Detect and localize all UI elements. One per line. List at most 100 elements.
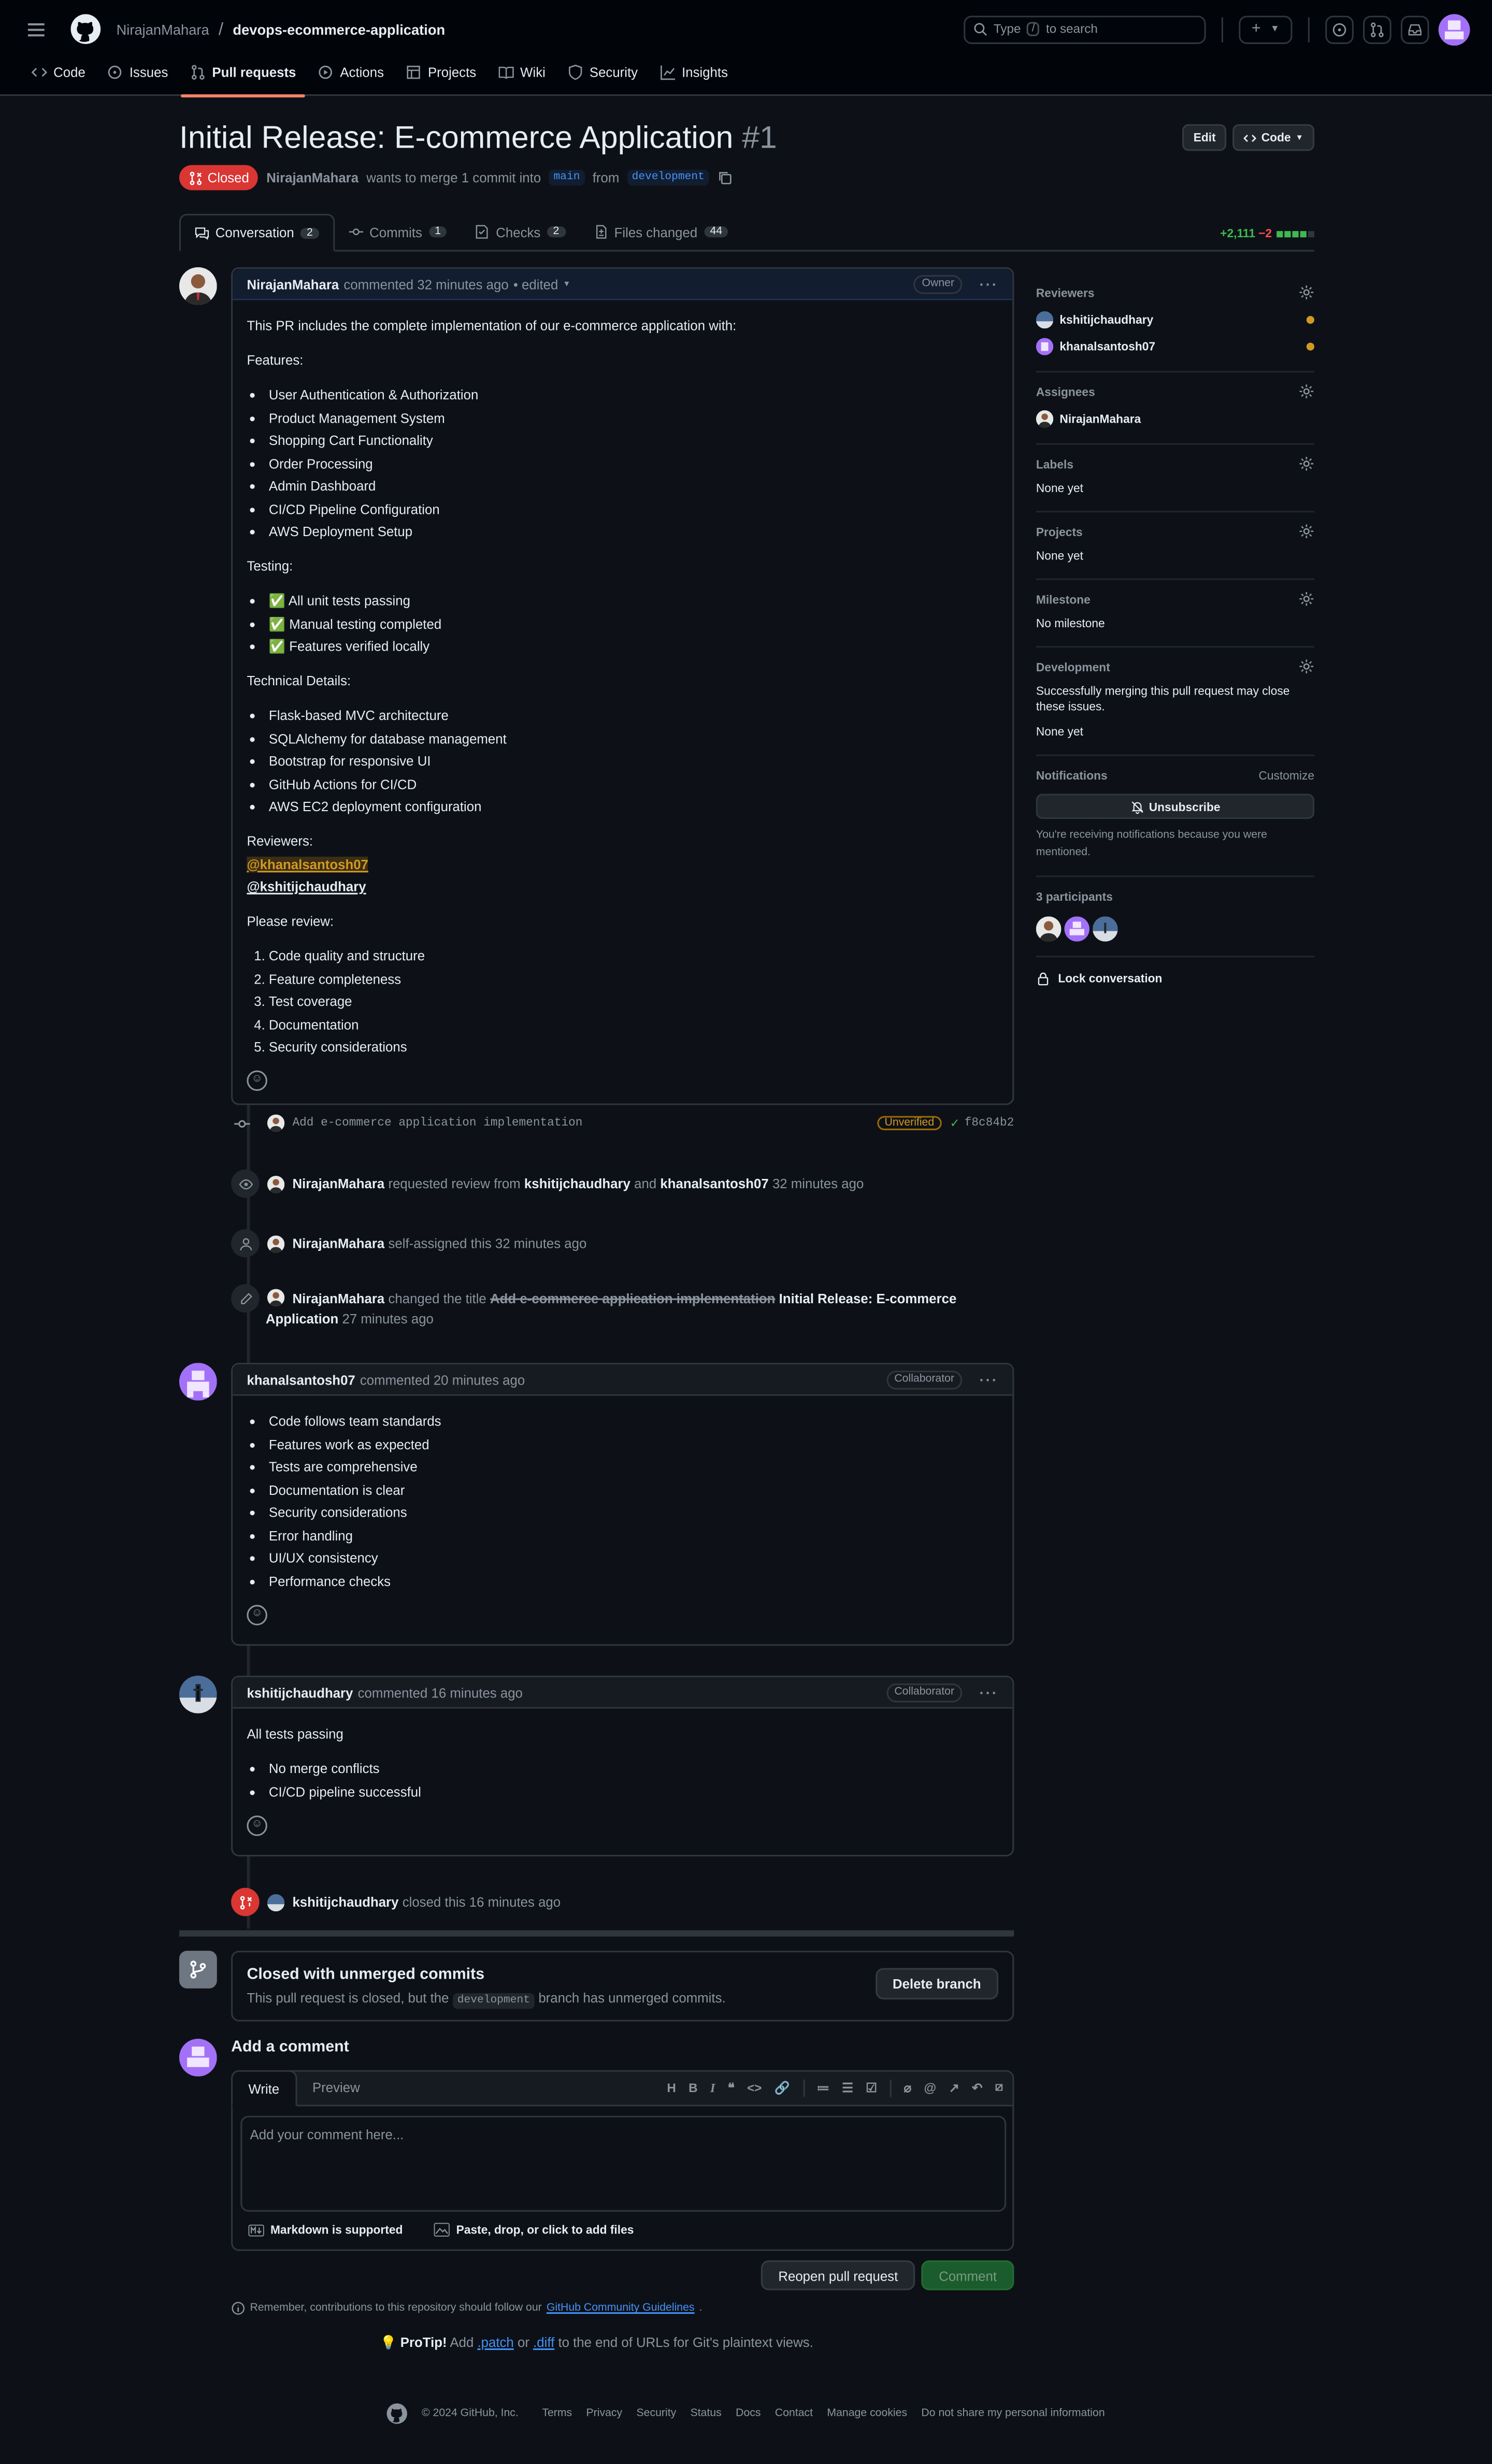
avatar[interactable]	[179, 1363, 217, 1401]
event-reviewer[interactable]: kshitijchaudhary	[524, 1176, 630, 1191]
participant-avatar[interactable]	[1093, 916, 1118, 942]
gear-icon[interactable]	[1299, 284, 1314, 300]
footer-link-status[interactable]: Status	[691, 2408, 722, 2419]
assignee-item[interactable]: NirajanMahara	[1036, 409, 1314, 429]
avatar[interactable]	[179, 2039, 217, 2077]
nav-pull-requests[interactable]: Pull requests	[180, 58, 306, 98]
diffstat[interactable]: +2,111 −2	[1220, 226, 1315, 250]
tab-conversation[interactable]: Conversation 2	[179, 213, 335, 252]
reviewer-item[interactable]: kshitijchaudhary	[1036, 310, 1315, 330]
mention-icon[interactable]: @	[924, 2080, 936, 2094]
footer-link-privacy[interactable]: Privacy	[586, 2408, 623, 2419]
gear-icon[interactable]	[1299, 524, 1314, 539]
mention-khanalsantosh07[interactable]: @khanalsantosh07	[247, 856, 368, 872]
comment-textarea[interactable]: Add your comment here...	[240, 2115, 1007, 2212]
delete-branch-button[interactable]: Delete branch	[875, 1968, 999, 2000]
commit-sha[interactable]: ✓ f8c84b2	[950, 1115, 1014, 1131]
link-icon[interactable]: 🔗	[774, 2080, 790, 2094]
avatar[interactable]	[267, 1234, 285, 1252]
diff-link[interactable]: .diff	[533, 2335, 554, 2350]
footer-link-terms[interactable]: Terms	[542, 2408, 572, 2419]
github-logo-icon[interactable]	[387, 2403, 408, 2424]
participant-avatar[interactable]	[1064, 916, 1090, 942]
comment-edited[interactable]: • edited	[513, 276, 558, 292]
nav-projects[interactable]: Projects	[396, 58, 485, 96]
event-actor[interactable]: NirajanMahara	[292, 1176, 384, 1191]
reopen-pull-request-button[interactable]: Reopen pull request	[761, 2260, 915, 2290]
user-avatar[interactable]	[1438, 13, 1470, 45]
comment-button[interactable]: Comment	[921, 2260, 1014, 2290]
comment-author[interactable]: kshitijchaudhary	[247, 1684, 353, 1700]
attachment-icon[interactable]: ⌀	[904, 2080, 912, 2094]
comment-meta[interactable]: commented 16 minutes ago	[358, 1684, 523, 1700]
kebab-menu-icon[interactable]: ···	[980, 1372, 998, 1387]
chevron-down-icon[interactable]: ▼	[563, 279, 570, 289]
code-icon[interactable]: <>	[747, 2080, 762, 2094]
reviewer-item[interactable]: khanalsantosh07	[1036, 336, 1315, 356]
task-list-icon[interactable]: ☑	[866, 2080, 877, 2094]
comment-author[interactable]: NirajanMahara	[247, 276, 339, 292]
gear-icon[interactable]	[1299, 591, 1314, 607]
footer-link-cookies[interactable]: Manage cookies	[827, 2408, 907, 2419]
tab-commits[interactable]: Commits 1	[335, 214, 461, 250]
nav-code[interactable]: Code	[22, 58, 95, 96]
kebab-menu-icon[interactable]: ···	[980, 276, 998, 292]
comment-meta[interactable]: commented 32 minutes ago	[343, 276, 508, 292]
comment-author[interactable]: khanalsantosh07	[247, 1372, 355, 1387]
base-branch[interactable]: main	[549, 169, 585, 186]
avatar[interactable]	[267, 1175, 285, 1192]
avatar[interactable]	[179, 267, 217, 305]
unsubscribe-button[interactable]: Unsubscribe	[1036, 794, 1315, 819]
gear-icon[interactable]	[1299, 659, 1314, 674]
numbered-list-icon[interactable]: ≔	[817, 2080, 829, 2094]
search-input[interactable]: Type / to search	[964, 15, 1206, 44]
participant-avatar[interactable]	[1036, 916, 1061, 942]
bold-icon[interactable]: B	[688, 2080, 698, 2094]
event-actor[interactable]: kshitijchaudhary	[292, 1894, 398, 1910]
nav-wiki[interactable]: Wiki	[489, 58, 555, 96]
nav-actions[interactable]: Actions	[309, 58, 393, 96]
footer-link-security[interactable]: Security	[636, 2408, 676, 2419]
nav-insights[interactable]: Insights	[650, 58, 737, 96]
footer-link-contact[interactable]: Contact	[775, 2408, 813, 2419]
heading-icon[interactable]: H	[667, 2080, 676, 2094]
copy-icon[interactable]	[717, 170, 733, 185]
reply-icon[interactable]: ↶	[972, 2080, 982, 2094]
event-actor[interactable]: NirajanMahara	[292, 1235, 384, 1251]
unmerged-branch[interactable]: development	[452, 1993, 535, 2009]
footer-link-do-not-share[interactable]: Do not share my personal information	[921, 2408, 1104, 2419]
event-time[interactable]: 32 minutes ago	[772, 1176, 864, 1191]
markdown-hint[interactable]: Markdown is supported	[248, 2223, 403, 2237]
inbox-button[interactable]	[1400, 15, 1429, 44]
commit-message[interactable]: Add e-commerce application implementatio…	[292, 1117, 582, 1129]
avatar[interactable]	[267, 1893, 285, 1911]
add-reaction-icon[interactable]: ☺	[247, 1070, 267, 1091]
unverified-badge[interactable]: Unverified	[877, 1116, 942, 1130]
gear-icon[interactable]	[1299, 383, 1314, 399]
pull-requests-button[interactable]	[1363, 15, 1391, 44]
add-reaction-icon[interactable]: ☺	[247, 1814, 267, 1836]
issues-button[interactable]	[1325, 15, 1354, 44]
footer-link-docs[interactable]: Docs	[736, 2408, 761, 2419]
event-actor[interactable]: NirajanMahara	[292, 1290, 384, 1306]
edit-title-button[interactable]: Edit	[1182, 124, 1227, 151]
nav-security[interactable]: Security	[558, 58, 647, 96]
quote-icon[interactable]: ❝	[728, 2080, 735, 2094]
tab-files-changed[interactable]: Files changed 44	[580, 214, 743, 250]
slash-command-icon[interactable]: ⧄	[995, 2080, 1003, 2095]
customize-link[interactable]: Customize	[1258, 768, 1314, 782]
cross-reference-icon[interactable]: ↗	[949, 2080, 959, 2094]
lock-conversation[interactable]: Lock conversation	[1036, 971, 1314, 986]
avatar[interactable]	[267, 1114, 285, 1132]
tab-checks[interactable]: Checks 2	[461, 214, 579, 250]
bulleted-list-icon[interactable]: ☰	[842, 2080, 853, 2094]
create-new-button[interactable]: + ▼	[1239, 15, 1293, 44]
menu-icon[interactable]	[22, 15, 50, 44]
head-branch[interactable]: development	[627, 169, 709, 186]
attach-files[interactable]: Paste, drop, or click to add files	[434, 2223, 634, 2237]
event-reviewer[interactable]: khanalsantosh07	[660, 1176, 768, 1191]
breadcrumb-repo[interactable]: devops-ecommerce-application	[233, 21, 445, 37]
kebab-menu-icon[interactable]: ···	[980, 1684, 998, 1700]
pr-author[interactable]: NirajanMahara	[266, 170, 358, 185]
community-guidelines-link[interactable]: GitHub Community Guidelines	[547, 2303, 695, 2314]
